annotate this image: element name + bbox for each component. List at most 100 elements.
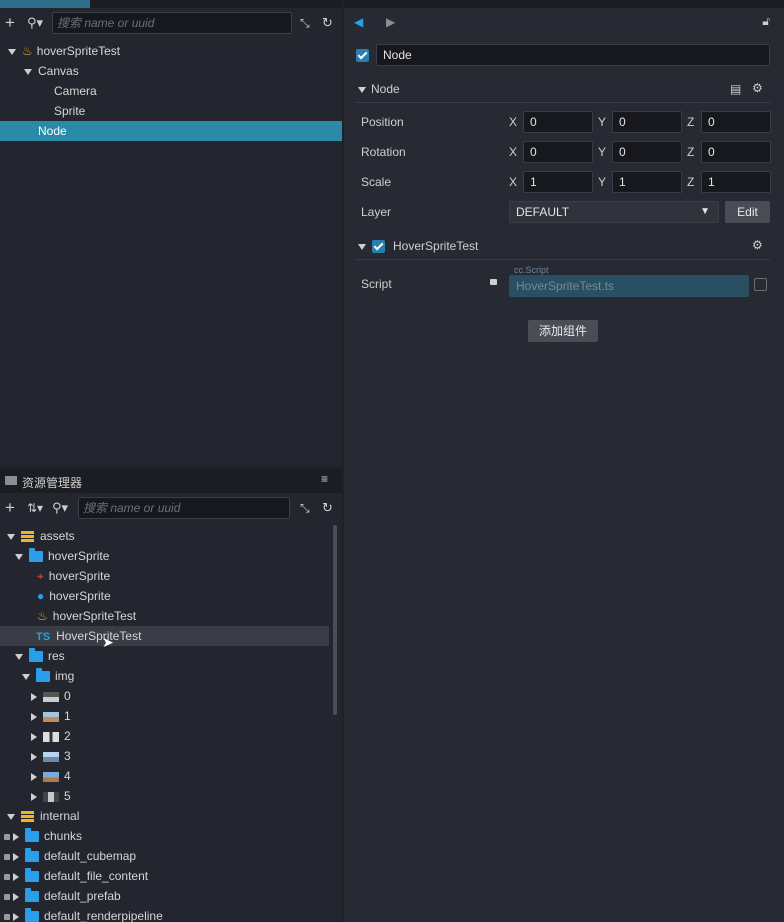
- expand-icon[interactable]: [15, 553, 23, 560]
- tree-node-canvas[interactable]: Canvas: [0, 61, 342, 81]
- collapsed-icon[interactable]: [13, 832, 19, 841]
- expand-icon[interactable]: [7, 533, 15, 540]
- tree-node-camera[interactable]: Camera: [0, 81, 342, 101]
- expand-icon[interactable]: [24, 68, 32, 75]
- script-asset-field[interactable]: HoverSpriteTest.ts: [509, 275, 749, 297]
- asset-img-1[interactable]: 1: [0, 706, 342, 726]
- collapsed-icon[interactable]: [13, 892, 19, 901]
- layer-edit-button[interactable]: Edit: [725, 201, 770, 223]
- expand-icon[interactable]: [7, 813, 15, 820]
- axis-x-label: X: [509, 115, 518, 129]
- folder-icon: [25, 888, 39, 903]
- expand-icon[interactable]: [358, 244, 366, 250]
- gear-icon[interactable]: ⚙: [752, 238, 763, 252]
- asset-internal[interactable]: internal: [0, 806, 342, 826]
- add-icon[interactable]: +: [5, 13, 15, 33]
- expand-icon[interactable]: [358, 87, 366, 93]
- asset-hoverspritetest-script[interactable]: TS HoverSpriteTest ➤: [0, 626, 329, 650]
- rotation-z-input[interactable]: 0: [701, 141, 771, 163]
- collapsed-icon[interactable]: [13, 872, 19, 881]
- asset-img-5[interactable]: 5: [0, 786, 342, 806]
- menu-icon[interactable]: ≡: [321, 472, 328, 486]
- gear-icon[interactable]: ⚙: [752, 81, 763, 95]
- sort-icon[interactable]: ⇅▾: [27, 501, 43, 515]
- forward-arrow-icon[interactable]: ▶: [386, 15, 395, 29]
- scale-x-input[interactable]: 1: [523, 171, 593, 193]
- refresh-icon[interactable]: ↻: [322, 15, 333, 31]
- expand-icon[interactable]: [15, 653, 23, 660]
- hierarchy-tab[interactable]: [0, 0, 90, 8]
- asset-hoverspritetest-scene[interactable]: ♨ hoverSpriteTest: [0, 606, 342, 626]
- asset-res[interactable]: res: [0, 646, 342, 666]
- layer-select[interactable]: DEFAULT ▼: [509, 201, 719, 223]
- collapsed-icon[interactable]: [13, 852, 19, 861]
- asset-label: res: [48, 649, 65, 663]
- asset-img-3[interactable]: 3: [0, 746, 342, 766]
- axis-y-label: Y: [598, 175, 607, 189]
- search-filter-icon[interactable]: ⚲▾: [52, 500, 68, 516]
- inspector-panel: ◀ ▶ 🔓︎ Node Node ▤ ⚙ Position X 0 Y 0 Z …: [344, 0, 784, 922]
- asset-default-renderpipeline[interactable]: default_renderpipeline: [0, 906, 342, 922]
- tree-node-scene[interactable]: ♨ hoverSpriteTest: [0, 41, 342, 61]
- asset-default-file-content[interactable]: default_file_content: [0, 866, 342, 886]
- refresh-icon[interactable]: ↻: [322, 500, 333, 516]
- collapsed-icon[interactable]: [31, 772, 37, 781]
- search-filter-icon[interactable]: ⚲▾: [27, 15, 43, 31]
- asset-img-4[interactable]: 4: [0, 766, 342, 786]
- collapse-icon[interactable]: ⤡: [300, 501, 310, 516]
- position-y-input[interactable]: 0: [612, 111, 682, 133]
- asset-hoversprite-image[interactable]: ⌖ hoverSprite: [0, 566, 342, 586]
- asset-img-2[interactable]: 2: [0, 726, 342, 746]
- node-active-checkbox[interactable]: [356, 49, 369, 62]
- collapsed-icon[interactable]: [31, 792, 37, 801]
- asset-img-0[interactable]: 0: [0, 686, 342, 706]
- component-enabled-checkbox[interactable]: [372, 240, 385, 253]
- rotation-y-input[interactable]: 0: [612, 141, 682, 163]
- asset-label: assets: [40, 529, 75, 543]
- doc-icon[interactable]: ▤: [730, 82, 741, 96]
- asset-default-prefab[interactable]: default_prefab: [0, 886, 342, 906]
- inspector-tabbar: [344, 0, 784, 8]
- rotation-x-input[interactable]: 0: [523, 141, 593, 163]
- image-thumbnail-icon: [43, 751, 59, 762]
- hierarchy-toolbar: + ⚲▾ 搜索 name or uuid ⤡ ↻: [0, 10, 342, 36]
- asset-label: default_cubemap: [44, 849, 137, 863]
- position-z-input[interactable]: 0: [701, 111, 771, 133]
- locate-asset-icon[interactable]: [754, 278, 767, 291]
- collapsed-icon[interactable]: [31, 732, 37, 741]
- assets-search-input[interactable]: 搜索 name or uuid: [78, 497, 290, 519]
- asset-default-cubemap[interactable]: default_cubemap: [0, 846, 342, 866]
- asset-label: chunks: [44, 829, 83, 843]
- collapse-icon[interactable]: ⤡: [300, 16, 310, 31]
- tree-node-sprite[interactable]: Sprite: [0, 101, 342, 121]
- asset-hoversprite-folder[interactable]: hoverSprite: [0, 546, 342, 566]
- assets-title: 资源管理器: [22, 476, 83, 490]
- scale-y-input[interactable]: 1: [612, 171, 682, 193]
- tree-node-node[interactable]: Node: [0, 121, 342, 141]
- back-arrow-icon[interactable]: ◀: [354, 15, 363, 29]
- collapsed-icon[interactable]: [13, 912, 19, 921]
- folder-icon: [25, 828, 39, 843]
- lock-icon[interactable]: 🔓︎: [762, 14, 770, 29]
- add-icon[interactable]: +: [5, 498, 15, 518]
- collapsed-icon[interactable]: [31, 712, 37, 721]
- expand-icon[interactable]: [8, 48, 16, 55]
- asset-assets[interactable]: assets: [0, 526, 342, 546]
- asset-chunks[interactable]: chunks: [0, 826, 342, 846]
- assets-panel: 资源管理器 ≡ + ⇅▾ ⚲▾ 搜索 name or uuid ⤡ ↻ asse…: [0, 469, 342, 922]
- lock-icon: [4, 913, 10, 920]
- tree-node-label: Camera: [54, 84, 97, 98]
- collapsed-icon[interactable]: [31, 752, 37, 761]
- scale-z-input[interactable]: 1: [701, 171, 771, 193]
- expand-icon[interactable]: [22, 673, 30, 680]
- collapsed-icon[interactable]: [31, 692, 37, 701]
- node-name-input[interactable]: Node: [376, 44, 770, 66]
- add-component-button[interactable]: 添加组件: [528, 320, 598, 342]
- asset-hoversprite-texture[interactable]: ● hoverSprite: [0, 586, 342, 606]
- script-label: Script: [361, 277, 392, 291]
- image-thumbnail-icon: [43, 731, 59, 742]
- axis-y-label: Y: [598, 115, 607, 129]
- position-x-input[interactable]: 0: [523, 111, 593, 133]
- asset-img[interactable]: img: [0, 666, 342, 686]
- hierarchy-search-input[interactable]: 搜索 name or uuid: [52, 12, 292, 34]
